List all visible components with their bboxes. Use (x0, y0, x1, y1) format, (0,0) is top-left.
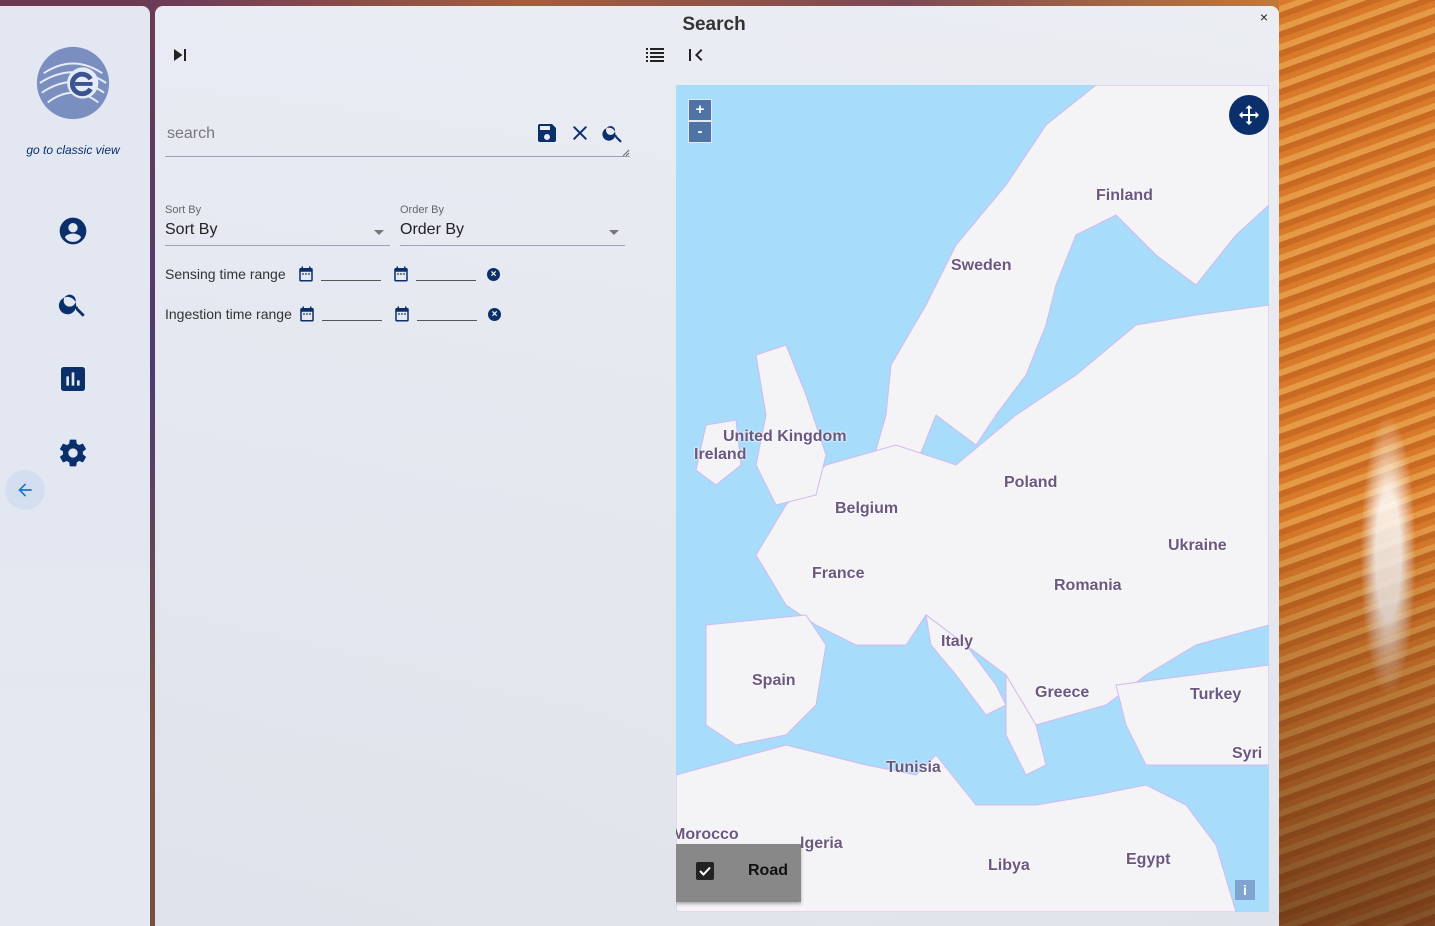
sort-by-label: Sort By (165, 204, 202, 216)
map-label-france: France (812, 565, 865, 582)
search-icon[interactable] (601, 121, 625, 145)
map-land-layer (676, 85, 1269, 912)
map-label-tunisia: Tunisia (886, 759, 941, 776)
calendar-icon[interactable] (393, 305, 411, 323)
road-layer-checkbox[interactable] (696, 862, 714, 880)
sort-by-select[interactable]: Sort By (165, 221, 390, 246)
sidebar: go to classic view (0, 6, 150, 926)
clear-sensing-range-icon[interactable]: × (487, 268, 500, 281)
map-label-algeria: lgeria (800, 835, 843, 852)
map-label-greece: Greece (1035, 684, 1090, 701)
map-label-uk: United Kingdom (723, 428, 847, 445)
clear-ingestion-range-icon[interactable]: × (488, 308, 501, 321)
esa-logo (36, 46, 110, 120)
sort-by-value: Sort By (165, 221, 218, 238)
map-label-syria: Syri (1232, 745, 1263, 762)
background-right (1279, 0, 1435, 926)
map-label-finland: Finland (1096, 187, 1153, 204)
map-label-sweden: Sweden (951, 257, 1012, 274)
pan-button[interactable] (1229, 95, 1269, 135)
collapse-map-icon[interactable] (684, 43, 708, 67)
classic-view-link[interactable]: go to classic view (0, 143, 146, 157)
account-circle-icon[interactable] (57, 215, 89, 247)
order-by-value: Order By (400, 221, 465, 238)
move-arrows-icon (1239, 105, 1259, 125)
map-label-spain: Spain (752, 672, 796, 689)
save-icon[interactable] (535, 121, 559, 145)
ingestion-range-label: Ingestion time range (165, 306, 292, 322)
map-label-ukraine: Ukraine (1168, 537, 1227, 554)
first-page-icon[interactable] (168, 43, 192, 67)
map-label-belgium: Belgium (835, 500, 899, 517)
search-panel: Search × Sort By Sort By Order By Order … (155, 6, 1279, 926)
zoom-in-button[interactable]: + (688, 99, 712, 121)
sensing-start-date[interactable] (321, 266, 381, 281)
map-label-romania: Romania (1054, 577, 1122, 594)
info-button[interactable]: i (1235, 880, 1255, 900)
search-input[interactable] (165, 122, 529, 146)
map-label-ireland: Ireland (694, 446, 747, 463)
gear-icon[interactable] (57, 437, 89, 469)
chevron-down-icon (374, 230, 384, 235)
collapse-sidebar-button[interactable] (5, 470, 45, 510)
page-title: Search (682, 14, 746, 35)
calendar-icon[interactable] (297, 265, 315, 283)
check-icon (699, 866, 711, 876)
map-label-italy: Italy (941, 633, 974, 650)
resize-grip-icon[interactable] (622, 149, 630, 157)
map-label-poland: Poland (1004, 474, 1058, 491)
zoom-out-button[interactable]: - (688, 121, 712, 143)
bar-chart-icon[interactable] (57, 363, 89, 395)
ingestion-end-date[interactable] (417, 306, 477, 321)
map[interactable]: Finland Sweden United Kingdom Ireland Po… (676, 85, 1269, 912)
order-by-select[interactable]: Order By (400, 221, 625, 246)
map-label-egypt: Egypt (1126, 851, 1171, 868)
clear-icon[interactable] (568, 121, 592, 145)
map-label-turkey: Turkey (1190, 686, 1242, 703)
sensing-end-date[interactable] (416, 266, 476, 281)
sensing-range-label: Sensing time range (165, 266, 286, 282)
list-icon[interactable] (643, 43, 667, 67)
chevron-down-icon (609, 230, 619, 235)
calendar-icon[interactable] (392, 265, 410, 283)
arrow-left-icon (18, 483, 32, 497)
map-label-morocco: Morocco (676, 826, 739, 843)
calendar-icon[interactable] (298, 305, 316, 323)
search-icon[interactable] (57, 288, 89, 320)
search-field (165, 116, 630, 157)
ingestion-start-date[interactable] (322, 306, 382, 321)
road-layer-label: Road (748, 862, 788, 879)
order-by-label: Order By (400, 204, 445, 216)
layer-switcher: Road (676, 844, 801, 902)
close-icon[interactable]: × (1256, 9, 1272, 25)
map-label-libya: Libya (988, 857, 1030, 874)
